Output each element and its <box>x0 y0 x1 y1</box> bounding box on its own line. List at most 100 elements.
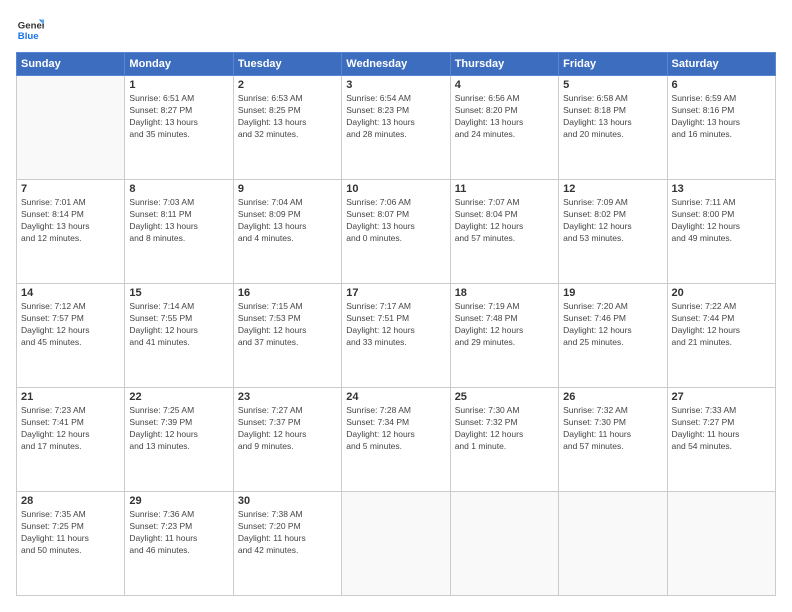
day-cell: 11 Sunrise: 7:07 AM Sunset: 8:04 PM Dayli… <box>450 180 558 284</box>
day-info: Sunrise: 7:38 AM Sunset: 7:20 PM Dayligh… <box>238 509 337 557</box>
day-info: Sunrise: 7:32 AM Sunset: 7:30 PM Dayligh… <box>563 405 662 453</box>
day-number: 25 <box>455 391 554 403</box>
day-number: 7 <box>21 183 120 195</box>
day-info: Sunrise: 7:01 AM Sunset: 8:14 PM Dayligh… <box>21 197 120 245</box>
day-number: 16 <box>238 287 337 299</box>
day-cell: 10 Sunrise: 7:06 AM Sunset: 8:07 PM Dayli… <box>342 180 450 284</box>
week-row-1: 1 Sunrise: 6:51 AM Sunset: 8:27 PM Daylig… <box>17 76 776 180</box>
day-cell <box>17 76 125 180</box>
day-cell: 8 Sunrise: 7:03 AM Sunset: 8:11 PM Daylig… <box>125 180 233 284</box>
day-cell: 25 Sunrise: 7:30 AM Sunset: 7:32 PM Dayli… <box>450 388 558 492</box>
day-number: 2 <box>238 79 337 91</box>
day-cell: 29 Sunrise: 7:36 AM Sunset: 7:23 PM Dayli… <box>125 492 233 596</box>
day-number: 21 <box>21 391 120 403</box>
day-cell: 14 Sunrise: 7:12 AM Sunset: 7:57 PM Dayli… <box>17 284 125 388</box>
day-number: 10 <box>346 183 445 195</box>
day-cell: 6 Sunrise: 6:59 AM Sunset: 8:16 PM Daylig… <box>667 76 775 180</box>
day-number: 27 <box>672 391 771 403</box>
day-info: Sunrise: 7:06 AM Sunset: 8:07 PM Dayligh… <box>346 197 445 245</box>
day-cell: 12Sunrise: 7:09 AM Sunset: 8:02 PM Dayli… <box>559 180 667 284</box>
day-cell: 21 Sunrise: 7:23 AM Sunset: 7:41 PM Dayli… <box>17 388 125 492</box>
day-cell: 5Sunrise: 6:58 AM Sunset: 8:18 PM Daylig… <box>559 76 667 180</box>
header-cell-friday: Friday <box>559 53 667 76</box>
day-cell: 22 Sunrise: 7:25 AM Sunset: 7:39 PM Dayli… <box>125 388 233 492</box>
day-number: 29 <box>129 495 228 507</box>
day-cell: 3 Sunrise: 6:54 AM Sunset: 8:23 PM Daylig… <box>342 76 450 180</box>
day-info: Sunrise: 7:23 AM Sunset: 7:41 PM Dayligh… <box>21 405 120 453</box>
header-cell-tuesday: Tuesday <box>233 53 341 76</box>
day-number: 22 <box>129 391 228 403</box>
day-info: Sunrise: 7:04 AM Sunset: 8:09 PM Dayligh… <box>238 197 337 245</box>
day-cell: 16 Sunrise: 7:15 AM Sunset: 7:53 PM Dayli… <box>233 284 341 388</box>
day-info: Sunrise: 6:54 AM Sunset: 8:23 PM Dayligh… <box>346 93 445 141</box>
day-cell: 19 Sunrise: 7:20 AM Sunset: 7:46 PM Dayli… <box>559 284 667 388</box>
header: General Blue <box>16 16 776 44</box>
day-cell: 17 Sunrise: 7:17 AM Sunset: 7:51 PM Dayli… <box>342 284 450 388</box>
day-number: 4 <box>455 79 554 91</box>
day-number: 18 <box>455 287 554 299</box>
day-number: 14 <box>21 287 120 299</box>
day-info: Sunrise: 7:28 AM Sunset: 7:34 PM Dayligh… <box>346 405 445 453</box>
day-cell <box>559 492 667 596</box>
day-cell: 28 Sunrise: 7:35 AM Sunset: 7:25 PM Dayli… <box>17 492 125 596</box>
day-number: 28 <box>21 495 120 507</box>
day-cell: 27Sunrise: 7:33 AM Sunset: 7:27 PM Dayli… <box>667 388 775 492</box>
day-number: 3 <box>346 79 445 91</box>
day-info: Sunrise: 7:22 AM Sunset: 7:44 PM Dayligh… <box>672 301 771 349</box>
day-number: 23 <box>238 391 337 403</box>
day-info: Sunrise: 7:17 AM Sunset: 7:51 PM Dayligh… <box>346 301 445 349</box>
day-number: 24 <box>346 391 445 403</box>
day-number: 8 <box>129 183 228 195</box>
day-info: Sunrise: 6:58 AM Sunset: 8:18 PM Dayligh… <box>563 93 662 141</box>
day-info: Sunrise: 7:35 AM Sunset: 7:25 PM Dayligh… <box>21 509 120 557</box>
day-info: Sunrise: 7:03 AM Sunset: 8:11 PM Dayligh… <box>129 197 228 245</box>
day-number: 19 <box>563 287 662 299</box>
day-cell: 4 Sunrise: 6:56 AM Sunset: 8:20 PM Daylig… <box>450 76 558 180</box>
day-info: Sunrise: 7:12 AM Sunset: 7:57 PM Dayligh… <box>21 301 120 349</box>
day-cell: 2 Sunrise: 6:53 AM Sunset: 8:25 PM Daylig… <box>233 76 341 180</box>
day-number: 13 <box>672 183 771 195</box>
day-info: Sunrise: 6:56 AM Sunset: 8:20 PM Dayligh… <box>455 93 554 141</box>
calendar-table: SundayMondayTuesdayWednesdayThursdayFrid… <box>16 52 776 596</box>
day-cell: 30 Sunrise: 7:38 AM Sunset: 7:20 PM Dayli… <box>233 492 341 596</box>
logo-icon: General Blue <box>16 16 44 44</box>
day-info: Sunrise: 7:15 AM Sunset: 7:53 PM Dayligh… <box>238 301 337 349</box>
day-cell: 18 Sunrise: 7:19 AM Sunset: 7:48 PM Dayli… <box>450 284 558 388</box>
day-cell: 1 Sunrise: 6:51 AM Sunset: 8:27 PM Daylig… <box>125 76 233 180</box>
day-number: 15 <box>129 287 228 299</box>
day-cell: 9Sunrise: 7:04 AM Sunset: 8:09 PM Daylig… <box>233 180 341 284</box>
day-info: Sunrise: 6:59 AM Sunset: 8:16 PM Dayligh… <box>672 93 771 141</box>
day-info: Sunrise: 7:09 AM Sunset: 8:02 PM Dayligh… <box>563 197 662 245</box>
day-cell: 23Sunrise: 7:27 AM Sunset: 7:37 PM Dayli… <box>233 388 341 492</box>
day-info: Sunrise: 7:07 AM Sunset: 8:04 PM Dayligh… <box>455 197 554 245</box>
day-info: Sunrise: 6:53 AM Sunset: 8:25 PM Dayligh… <box>238 93 337 141</box>
day-cell: 13 Sunrise: 7:11 AM Sunset: 8:00 PM Dayli… <box>667 180 775 284</box>
day-cell: 26 Sunrise: 7:32 AM Sunset: 7:30 PM Dayli… <box>559 388 667 492</box>
header-cell-thursday: Thursday <box>450 53 558 76</box>
day-number: 6 <box>672 79 771 91</box>
day-cell: 20 Sunrise: 7:22 AM Sunset: 7:44 PM Dayli… <box>667 284 775 388</box>
page: General Blue SundayMondayTuesdayWednesda… <box>0 0 792 612</box>
day-number: 11 <box>455 183 554 195</box>
header-cell-sunday: Sunday <box>17 53 125 76</box>
svg-text:Blue: Blue <box>18 31 39 42</box>
day-cell: 15Sunrise: 7:14 AM Sunset: 7:55 PM Dayli… <box>125 284 233 388</box>
svg-text:General: General <box>18 20 44 31</box>
day-info: Sunrise: 7:19 AM Sunset: 7:48 PM Dayligh… <box>455 301 554 349</box>
header-cell-wednesday: Wednesday <box>342 53 450 76</box>
day-info: Sunrise: 7:36 AM Sunset: 7:23 PM Dayligh… <box>129 509 228 557</box>
day-info: Sunrise: 7:25 AM Sunset: 7:39 PM Dayligh… <box>129 405 228 453</box>
day-info: Sunrise: 7:11 AM Sunset: 8:00 PM Dayligh… <box>672 197 771 245</box>
week-row-3: 14 Sunrise: 7:12 AM Sunset: 7:57 PM Dayli… <box>17 284 776 388</box>
day-info: Sunrise: 7:30 AM Sunset: 7:32 PM Dayligh… <box>455 405 554 453</box>
day-number: 20 <box>672 287 771 299</box>
day-info: Sunrise: 6:51 AM Sunset: 8:27 PM Dayligh… <box>129 93 228 141</box>
header-cell-monday: Monday <box>125 53 233 76</box>
day-number: 1 <box>129 79 228 91</box>
day-number: 26 <box>563 391 662 403</box>
day-number: 17 <box>346 287 445 299</box>
logo: General Blue <box>16 16 44 44</box>
day-info: Sunrise: 7:20 AM Sunset: 7:46 PM Dayligh… <box>563 301 662 349</box>
day-number: 30 <box>238 495 337 507</box>
day-cell: 7 Sunrise: 7:01 AM Sunset: 8:14 PM Daylig… <box>17 180 125 284</box>
